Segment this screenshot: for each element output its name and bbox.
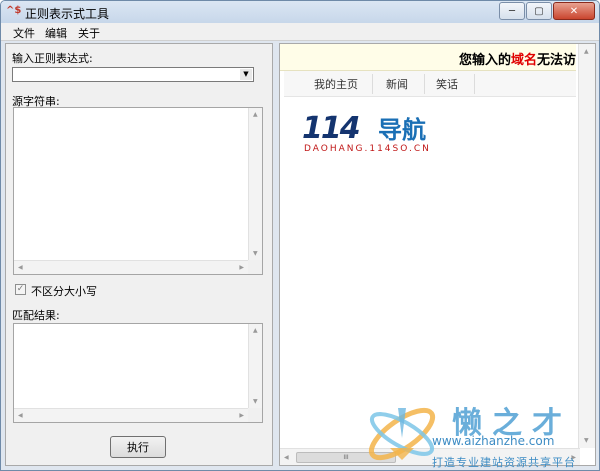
- dropdown-arrow-icon[interactable]: ▼: [240, 69, 252, 80]
- watermark-url: www.aizhanzhe.com: [432, 434, 555, 448]
- browser-vertical-scrollbar[interactable]: ▲ ▼: [578, 44, 595, 448]
- watermark-slogan: 打造专业建站资源共享平台: [432, 456, 576, 469]
- title-bar[interactable]: ^$ 正则表示式工具 ─ ▢ ✕: [1, 1, 599, 23]
- scroll-left-icon[interactable]: ◀: [284, 454, 289, 461]
- source-textarea[interactable]: ▲ ▼ ◀ ▶: [13, 107, 263, 275]
- logo-chinese: 导航: [378, 116, 426, 144]
- window-controls: ─ ▢ ✕: [498, 2, 595, 20]
- nav-jokes-link[interactable]: 笑话: [436, 76, 458, 92]
- scroll-up-icon[interactable]: ▲: [253, 111, 258, 118]
- scroll-left-icon[interactable]: ◀: [18, 412, 23, 419]
- nav-divider: [424, 74, 425, 94]
- scrollbar-corner: [248, 260, 262, 274]
- case-insensitive-label[interactable]: 不区分大小写: [31, 283, 97, 299]
- banner-prefix: 您输入的: [458, 53, 511, 68]
- nav-home-link[interactable]: 我的主页: [314, 76, 358, 92]
- scroll-down-icon[interactable]: ▼: [253, 398, 258, 405]
- banner-text: 您输入的域名无法访: [459, 49, 576, 68]
- nav-news-link[interactable]: 新闻: [386, 76, 408, 92]
- banner-highlight: 域名: [510, 53, 537, 68]
- regex-panel: 输入正则表达式: ▼ 源字符串: ▲ ▼ ◀ ▶ ✓ 不区分大小写 匹配结果: …: [5, 43, 273, 466]
- scroll-up-icon[interactable]: ▲: [584, 48, 589, 55]
- scroll-right-icon[interactable]: ▶: [239, 412, 244, 419]
- menu-bar: 文件 编辑 关于: [1, 23, 599, 41]
- menu-about[interactable]: 关于: [78, 25, 100, 41]
- banner-suffix: 无法访: [536, 53, 576, 68]
- error-banner: 您输入的域名无法访: [280, 44, 576, 71]
- nav-bar: 我的主页 新闻 笑话: [284, 71, 576, 97]
- case-insensitive-checkbox[interactable]: ✓: [15, 284, 26, 295]
- menu-edit[interactable]: 编辑: [45, 25, 67, 41]
- scroll-down-icon[interactable]: ▼: [584, 437, 589, 444]
- app-icon: ^$: [6, 5, 22, 16]
- result-vertical-scrollbar[interactable]: ▲ ▼: [248, 324, 262, 408]
- minimize-icon: ─: [508, 5, 516, 17]
- source-horizontal-scrollbar[interactable]: ◀ ▶: [14, 260, 248, 274]
- scrollbar-corner: [248, 408, 262, 422]
- source-vertical-scrollbar[interactable]: ▲ ▼: [248, 108, 262, 260]
- close-button[interactable]: ✕: [553, 2, 595, 20]
- scroll-down-icon[interactable]: ▼: [253, 250, 258, 257]
- minimize-button[interactable]: ─: [499, 2, 525, 20]
- watermark-logo-icon: [368, 407, 436, 461]
- close-icon: ✕: [569, 5, 579, 17]
- logo-number: 114: [302, 111, 361, 146]
- nav-divider: [474, 74, 475, 94]
- result-horizontal-scrollbar[interactable]: ◀ ▶: [14, 408, 248, 422]
- logo-domain: DAOHANG.114SO.CN: [304, 144, 431, 154]
- daohang-logo[interactable]: 114 导航 DAOHANG.114SO.CN: [302, 114, 462, 158]
- maximize-icon: ▢: [534, 5, 544, 17]
- nav-divider: [372, 74, 373, 94]
- maximize-button[interactable]: ▢: [526, 2, 552, 20]
- regex-label: 输入正则表达式:: [12, 52, 93, 65]
- scroll-up-icon[interactable]: ▲: [253, 327, 258, 334]
- scroll-right-icon[interactable]: ▶: [239, 264, 244, 271]
- result-textarea[interactable]: ▲ ▼ ◀ ▶: [13, 323, 263, 423]
- menu-file[interactable]: 文件: [13, 25, 35, 41]
- regex-input[interactable]: ▼: [12, 67, 254, 82]
- result-label: 匹配结果:: [12, 309, 60, 322]
- execute-button[interactable]: 执行: [110, 436, 166, 458]
- window-title: 正则表示式工具: [25, 7, 110, 21]
- scroll-left-icon[interactable]: ◀: [18, 264, 23, 271]
